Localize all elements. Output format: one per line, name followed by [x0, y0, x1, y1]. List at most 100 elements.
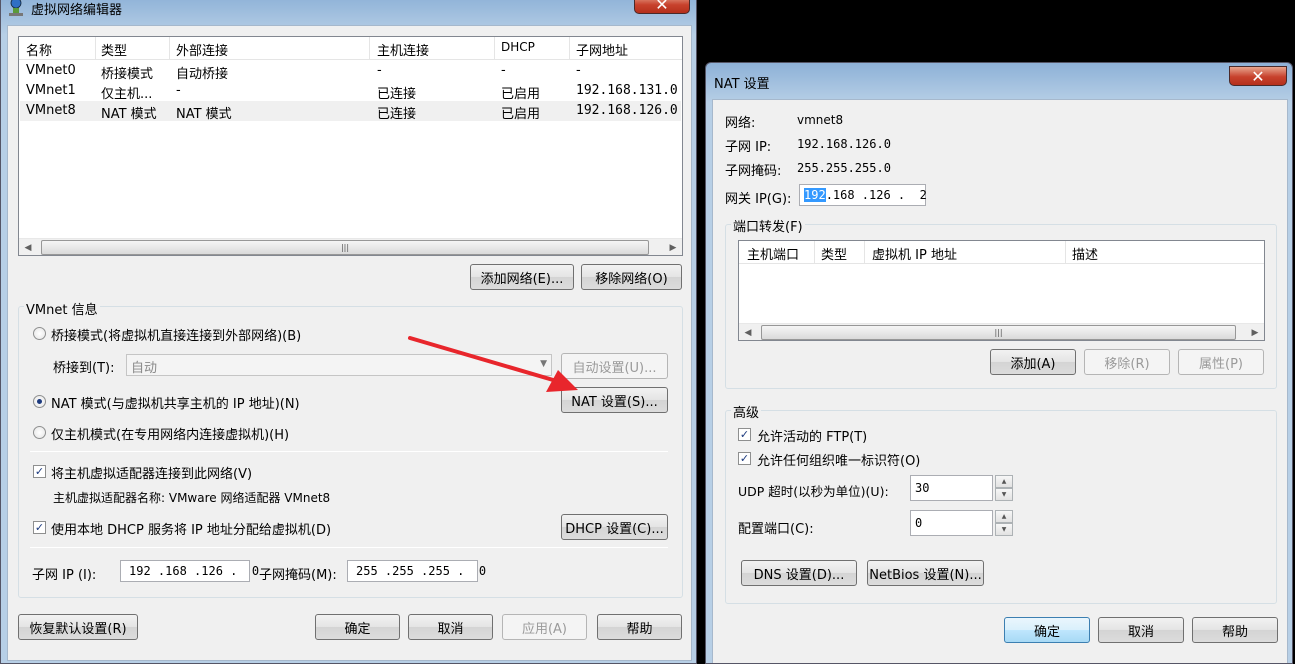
allow-ftp-label[interactable]: 允许活动的 FTP(T)	[757, 426, 867, 445]
connect-adapter-label[interactable]: 将主机虚拟适配器连接到此网络(V)	[51, 463, 252, 482]
udp-timeout-field[interactable]: 30	[910, 475, 993, 501]
udp-timeout-stepper[interactable]: ▲ ▼	[995, 475, 1013, 501]
bridge-mode-label[interactable]: 桥接模式(将虚拟机直接连接到外部网络)(B)	[51, 325, 301, 344]
scroll-right-icon[interactable]: ▶	[666, 241, 680, 254]
col-host-port[interactable]: 主机端口	[747, 244, 799, 263]
allow-org-id-checkbox[interactable]: ✓	[738, 452, 751, 465]
network-list-header: 名称 类型 外部连接 主机连接 DHCP 子网地址	[19, 37, 682, 60]
gateway-ip-rest: .168 .126 . 2	[825, 188, 927, 202]
use-dhcp-checkbox[interactable]: ✓	[33, 521, 46, 534]
nat-client-area: 网络: vmnet8 子网 IP: 192.168.126.0 子网掩码: 25…	[712, 99, 1288, 663]
title-bar[interactable]: NAT 设置 ✕	[706, 63, 1292, 92]
subnet-ip-field[interactable]: 192 .168 .126 . 0	[120, 560, 259, 582]
table-row[interactable]: VMnet0 桥接模式 自动桥接 - - -	[20, 61, 681, 82]
col-external[interactable]: 外部连接	[176, 40, 228, 59]
cell-name: VMnet0	[26, 63, 76, 78]
cancel-button[interactable]: 取消	[1098, 617, 1184, 643]
dns-settings-button[interactable]: DNS 设置(D)...	[741, 560, 857, 586]
divider	[30, 451, 668, 452]
port-forward-list[interactable]: 主机端口 类型 虚拟机 IP 地址 描述 ◀ ||| ▶	[738, 240, 1265, 341]
cell-subnet: -	[576, 63, 581, 78]
chevron-down-icon: ▼	[540, 359, 547, 369]
remove-port-button[interactable]: 移除(R)	[1084, 349, 1170, 375]
cell-type: 桥接模式	[101, 67, 154, 82]
network-editor-icon	[9, 0, 23, 16]
cell-subnet: 192.168.126.0	[576, 103, 678, 118]
nat-settings-button[interactable]: NAT 设置(S)...	[561, 387, 668, 413]
nat-settings-window: NAT 设置 ✕ 网络: vmnet8 子网 IP: 192.168.126.0…	[705, 62, 1293, 664]
gateway-label: 网关 IP(G):	[725, 192, 792, 207]
cell-dhcp: 已启用	[501, 107, 541, 122]
col-vm-ip[interactable]: 虚拟机 IP 地址	[872, 244, 957, 263]
port-forward-hscrollbar[interactable]: ◀ ||| ▶	[739, 323, 1264, 340]
network-list-hscrollbar[interactable]: ◀ ||| ▶	[19, 238, 682, 255]
col-name[interactable]: 名称	[26, 40, 52, 59]
close-icon[interactable]: ✕	[634, 0, 690, 14]
host-only-radio[interactable]	[33, 426, 46, 439]
cell-host: -	[377, 63, 382, 78]
ok-button[interactable]: 确定	[1004, 617, 1090, 643]
remove-network-button[interactable]: 移除网络(O)	[581, 264, 682, 290]
cell-dhcp: -	[501, 63, 506, 78]
scroll-left-icon[interactable]: ◀	[741, 326, 755, 339]
nat-mode-radio[interactable]	[33, 395, 46, 408]
properties-button[interactable]: 属性(P)	[1178, 349, 1264, 375]
config-port-field[interactable]: 0	[910, 510, 993, 536]
subnet-mask-value: 255.255.255.0	[797, 161, 891, 175]
add-port-button[interactable]: 添加(A)	[990, 349, 1076, 375]
config-port-stepper[interactable]: ▲ ▼	[995, 510, 1013, 536]
advanced-title: 高级	[731, 402, 762, 421]
subnet-mask-field[interactable]: 255 .255 .255 . 0	[347, 560, 486, 582]
col-host[interactable]: 主机连接	[377, 40, 429, 59]
subnet-mask-label: 子网掩码:	[725, 164, 782, 179]
table-row-selected[interactable]: VMnet8 NAT 模式 NAT 模式 已连接 已启用 192.168.126…	[20, 101, 681, 122]
col-description[interactable]: 描述	[1072, 244, 1098, 263]
window-title: 虚拟网络编辑器	[31, 3, 123, 18]
vmnet-info-group	[18, 306, 683, 598]
scroll-thumb[interactable]: |||	[41, 240, 649, 255]
scroll-left-icon[interactable]: ◀	[21, 241, 35, 254]
scroll-right-icon[interactable]: ▶	[1248, 326, 1262, 339]
ok-button[interactable]: 确定	[315, 614, 400, 640]
subnet-mask-label: 子网掩码(M):	[259, 568, 337, 583]
bridge-mode-radio[interactable]	[33, 327, 46, 340]
config-port-label: 配置端口(C):	[738, 522, 814, 537]
auto-settings-button[interactable]: 自动设置(U)...	[561, 353, 668, 379]
use-dhcp-label[interactable]: 使用本地 DHCP 服务将 IP 地址分配给虚拟机(D)	[51, 519, 331, 538]
apply-button[interactable]: 应用(A)	[502, 614, 587, 640]
col-subnet[interactable]: 子网地址	[576, 40, 628, 59]
connect-adapter-checkbox[interactable]: ✓	[33, 465, 46, 478]
nat-mode-label[interactable]: NAT 模式(与虚拟机共享主机的 IP 地址)(N)	[51, 393, 300, 412]
host-only-label[interactable]: 仅主机模式(在专用网络内连接虚拟机)(H)	[51, 424, 289, 443]
cell-type: 仅主机...	[101, 87, 153, 102]
close-icon[interactable]: ✕	[1229, 66, 1287, 86]
network-list[interactable]: 名称 类型 外部连接 主机连接 DHCP 子网地址 VMnet0 桥接模式 自动…	[18, 36, 683, 256]
gateway-ip-field[interactable]: 192.168 .126 . 2	[799, 184, 927, 206]
cancel-button[interactable]: 取消	[408, 614, 493, 640]
adapter-name-text: 主机虚拟适配器名称: VMware 网络适配器 VMnet8	[53, 491, 331, 505]
dhcp-settings-button[interactable]: DHCP 设置(C)...	[561, 514, 668, 540]
spin-up-icon[interactable]: ▲	[995, 475, 1013, 488]
spin-down-icon[interactable]: ▼	[995, 488, 1013, 501]
help-button[interactable]: 帮助	[597, 614, 682, 640]
network-label: 网络:	[725, 116, 756, 131]
cell-name: VMnet8	[26, 103, 76, 118]
spin-up-icon[interactable]: ▲	[995, 510, 1013, 523]
title-bar[interactable]: 虚拟网络编辑器 ✕	[1, 0, 696, 23]
allow-org-id-label[interactable]: 允许任何组织唯一标识符(O)	[757, 450, 920, 469]
table-row[interactable]: VMnet1 仅主机... - 已连接 已启用 192.168.131.0	[20, 81, 681, 102]
allow-ftp-checkbox[interactable]: ✓	[738, 428, 751, 441]
restore-defaults-button[interactable]: 恢复默认设置(R)	[18, 614, 138, 640]
netbios-settings-button[interactable]: NetBios 设置(N)...	[867, 560, 984, 586]
help-button[interactable]: 帮助	[1192, 617, 1278, 643]
col-dhcp[interactable]: DHCP	[501, 40, 535, 54]
col-type[interactable]: 类型	[101, 40, 127, 59]
virtual-network-editor-window: 虚拟网络编辑器 ✕ 名称 类型 外部连接 主机连接 DHCP 子网地址 VMne…	[0, 0, 697, 664]
col-type[interactable]: 类型	[821, 244, 847, 263]
add-network-button[interactable]: 添加网络(E)...	[470, 264, 574, 290]
spin-down-icon[interactable]: ▼	[995, 523, 1013, 536]
scroll-thumb[interactable]: |||	[761, 325, 1236, 340]
divider	[30, 547, 668, 548]
bridge-to-select[interactable]: 自动 ▼	[126, 354, 552, 376]
vmnet-info-title: VMnet 信息	[24, 299, 100, 318]
